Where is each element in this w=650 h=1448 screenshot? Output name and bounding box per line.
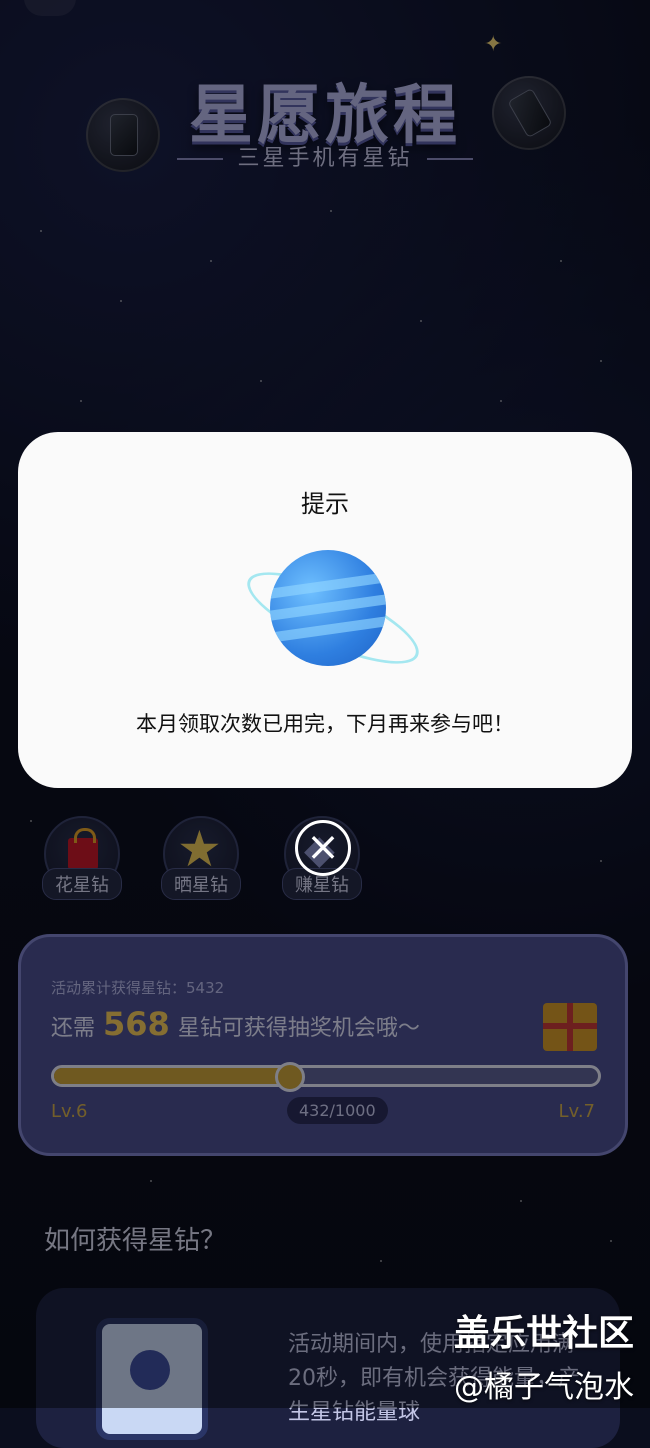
dialog-title: 提示 <box>301 490 349 518</box>
notice-dialog: 提示 本月领取次数已用完，下月再来参与吧！ <box>18 432 632 788</box>
close-icon[interactable]: × <box>295 820 351 876</box>
dialog-message: 本月领取次数已用完，下月再来参与吧！ <box>136 712 514 736</box>
watermark-line1: 盖乐世社区 <box>453 1313 634 1354</box>
planet-icon <box>270 550 386 666</box>
watermark-line2: @橘子气泡水 <box>454 1370 634 1405</box>
watermark: 盖乐世社区 @橘子气泡水 <box>454 1304 634 1406</box>
